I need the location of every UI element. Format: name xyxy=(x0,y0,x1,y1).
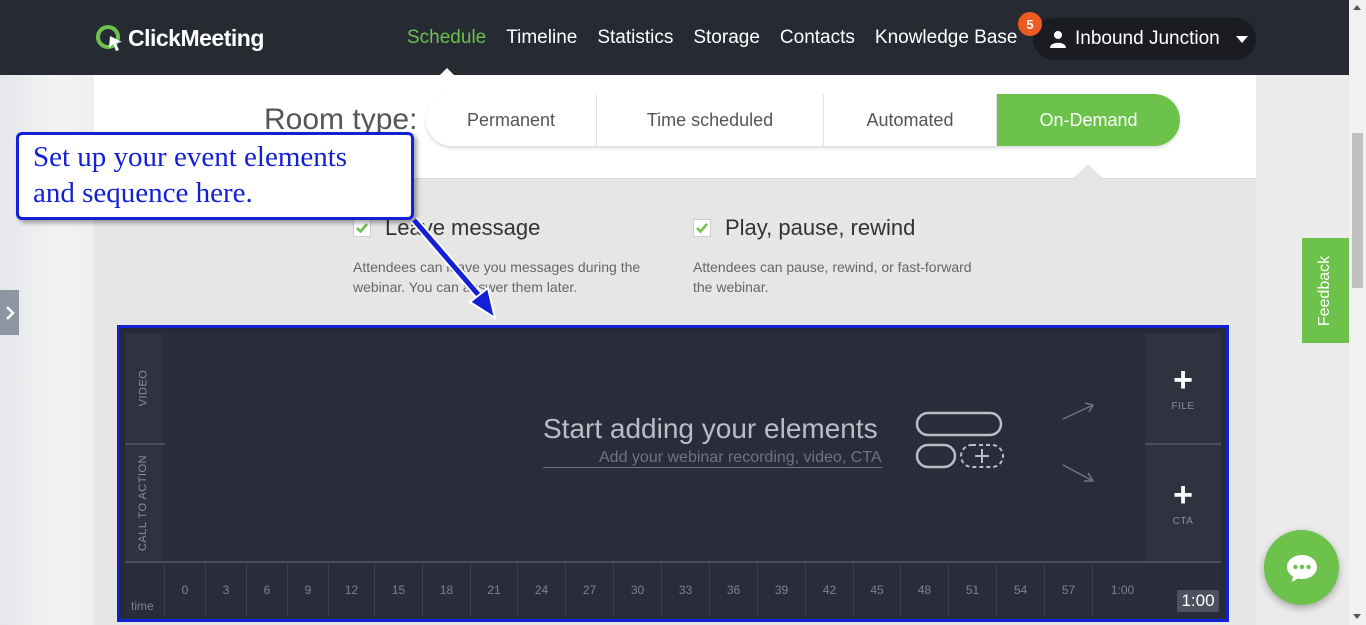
checkmark-icon xyxy=(356,223,368,233)
time-tick: 18 xyxy=(422,563,470,616)
time-tick: 45 xyxy=(853,563,900,616)
add-file-label: FILE xyxy=(1171,400,1195,412)
option-play-pause-rewind: Play, pause, rewind Attendees can pause,… xyxy=(693,215,983,297)
scroll-thumb[interactable] xyxy=(1352,133,1363,288)
feedback-label: Feedback xyxy=(1316,255,1334,326)
time-ruler: time 0 3 6 9 12 15 18 21 24 27 30 33 36 … xyxy=(125,561,1221,616)
elements-illustration-icon xyxy=(915,411,1004,469)
time-tick: 15 xyxy=(374,563,422,616)
option-description: Attendees can pause, rewind, or fast-for… xyxy=(693,259,972,295)
time-tick: 1:00 xyxy=(1092,563,1152,616)
lane-divider xyxy=(125,443,165,445)
duration-badge: 1:00 xyxy=(1177,590,1219,612)
chevron-right-icon xyxy=(5,305,15,320)
feedback-tab[interactable]: Feedback xyxy=(1302,238,1349,343)
nav-contacts[interactable]: Contacts xyxy=(770,0,865,75)
time-tick: 33 xyxy=(661,563,709,616)
notification-badge[interactable]: 5 xyxy=(1018,12,1042,36)
time-tick: 27 xyxy=(565,563,613,616)
sidebar-toggle[interactable] xyxy=(0,290,19,335)
time-tick: 30 xyxy=(613,563,661,616)
time-tick: 57 xyxy=(1044,563,1092,616)
time-tick: 24 xyxy=(517,563,565,616)
scroll-down-arrow-icon[interactable] xyxy=(1353,614,1361,619)
leave-message-checkbox[interactable] xyxy=(353,219,371,237)
add-file-button[interactable]: + FILE xyxy=(1145,333,1221,443)
annotation-callout: Set up your event elements and sequence … xyxy=(16,132,414,220)
plus-icon: + xyxy=(1173,360,1193,399)
callout-line-1: Set up your event elements xyxy=(33,141,348,173)
logo-mark-icon xyxy=(96,25,122,51)
empty-state-subtitle[interactable]: Add your webinar recording, video, CTA xyxy=(543,449,882,468)
time-tick: 39 xyxy=(757,563,805,616)
time-tick: 42 xyxy=(805,563,853,616)
room-type-tabs: Permanent Time scheduled Automated On-De… xyxy=(426,94,1180,146)
time-tick: 12 xyxy=(328,563,374,616)
nav-statistics[interactable]: Statistics xyxy=(587,0,683,75)
tab-automated[interactable]: Automated xyxy=(824,94,997,146)
checkmark-icon xyxy=(696,223,708,233)
option-title: Play, pause, rewind xyxy=(725,215,916,240)
video-lane-label: VIDEO xyxy=(125,333,162,443)
nav-storage[interactable]: Storage xyxy=(683,0,770,75)
account-name: Inbound Junction xyxy=(1075,28,1220,49)
time-tick: 54 xyxy=(996,563,1044,616)
time-tick: 3 xyxy=(205,563,246,616)
nav-timeline[interactable]: Timeline xyxy=(496,0,587,75)
tab-time-scheduled[interactable]: Time scheduled xyxy=(597,94,824,146)
scroll-up-arrow-icon[interactable] xyxy=(1353,5,1361,10)
page-scrollbar[interactable] xyxy=(1349,0,1366,625)
time-tick: 36 xyxy=(709,563,757,616)
chevron-down-icon xyxy=(1235,35,1248,43)
user-icon xyxy=(1050,31,1066,48)
time-tick: 6 xyxy=(246,563,287,616)
account-menu-button[interactable]: Inbound Junction xyxy=(1033,18,1256,60)
add-cta-label: CTA xyxy=(1172,515,1194,527)
nav-knowledge-base[interactable]: Knowledge Base xyxy=(865,0,1028,75)
tab-on-demand[interactable]: On-Demand xyxy=(997,94,1180,146)
tab-permanent[interactable]: Permanent xyxy=(426,94,597,146)
add-cta-button[interactable]: + CTA xyxy=(1145,445,1221,561)
play-pause-rewind-checkbox[interactable] xyxy=(693,219,711,237)
clickmeeting-logo[interactable]: ClickMeeting xyxy=(96,24,264,52)
time-lane-label: time xyxy=(131,599,154,613)
callout-arrow-icon xyxy=(410,217,497,321)
time-tick: 0 xyxy=(164,563,205,616)
arrows-icon xyxy=(1062,402,1095,482)
selected-tab-pointer xyxy=(1072,164,1104,179)
time-tick: 51 xyxy=(948,563,996,616)
callout-line-2: and sequence here. xyxy=(33,177,253,209)
timeline-editor[interactable]: VIDEO CALL TO ACTION + FILE + CTA Start … xyxy=(125,333,1221,616)
chat-button[interactable] xyxy=(1264,530,1339,605)
nav-schedule[interactable]: Schedule xyxy=(397,0,496,75)
time-tick: 21 xyxy=(470,563,517,616)
time-tick: 9 xyxy=(287,563,328,616)
main-menu: Schedule Timeline Statistics Storage Con… xyxy=(397,0,1028,75)
time-tick: 48 xyxy=(900,563,948,616)
top-navigation-bar: ClickMeeting Schedule Timeline Statistic… xyxy=(0,0,1366,75)
chat-bubble-icon xyxy=(1286,554,1317,582)
plus-icon: + xyxy=(1173,475,1193,514)
empty-state-title: Start adding your elements xyxy=(543,413,878,444)
logo-text: ClickMeeting xyxy=(128,24,264,51)
timeline-editor-highlight: VIDEO CALL TO ACTION + FILE + CTA Start … xyxy=(117,325,1229,622)
cta-lane-label: CALL TO ACTION xyxy=(125,445,162,561)
